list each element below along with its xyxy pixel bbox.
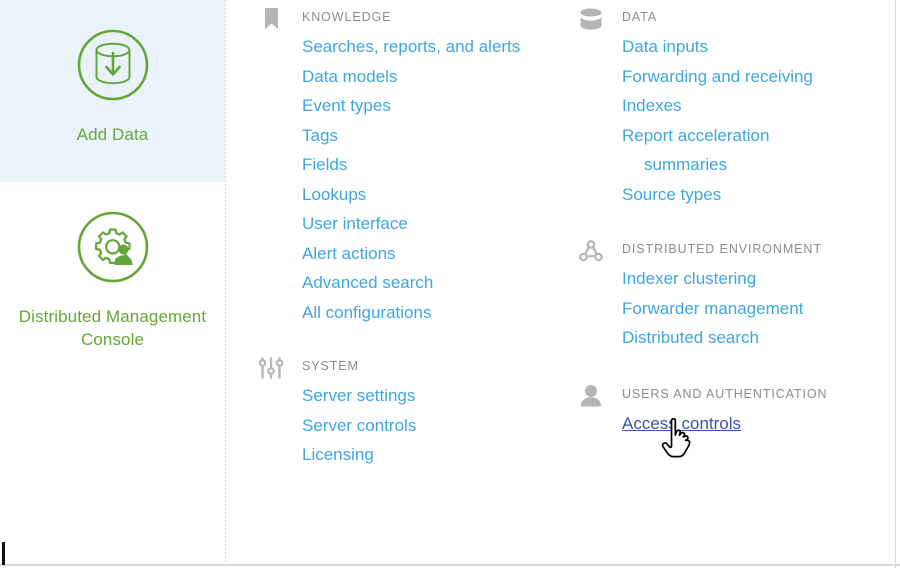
sliders-icon — [258, 355, 284, 381]
menu-link-server-settings[interactable]: Server settings — [302, 381, 415, 411]
group-title-users-and-authentication: USERS AND AUTHENTICATION — [622, 387, 827, 401]
menu-link-licensing[interactable]: Licensing — [302, 440, 374, 470]
shortcut-tile-distributed-management-console[interactable]: Distributed Management Console — [0, 200, 225, 390]
menu-links-knowledge: Searches, reports, and alerts Data model… — [258, 32, 578, 327]
panel-right-border — [895, 0, 896, 568]
group-header-users-and-authentication: USERS AND AUTHENTICATION — [578, 383, 898, 409]
group-header-system: SYSTEM — [258, 355, 578, 381]
menu-column-right: DATA Data inputs Forwarding and receivin… — [578, 0, 898, 438]
menu-link-advanced-search[interactable]: Advanced search — [302, 268, 433, 298]
group-title-system: SYSTEM — [302, 359, 359, 373]
menu-link-fields[interactable]: Fields — [302, 150, 347, 180]
settings-menu-panel: Add Data Distributed M — [0, 0, 900, 568]
menu-link-forwarder-management[interactable]: Forwarder management — [622, 294, 803, 324]
menu-group-system: SYSTEM Server settings Server controls L… — [258, 355, 578, 470]
group-header-knowledge: KNOWLEDGE — [258, 6, 578, 32]
settings-menu-columns: KNOWLEDGE Searches, reports, and alerts … — [226, 0, 900, 564]
group-title-distributed-environment: DISTRIBUTED ENVIRONMENT — [622, 242, 822, 256]
menu-link-searches-reports-and-alerts[interactable]: Searches, reports, and alerts — [302, 32, 520, 62]
menu-link-access-controls[interactable]: Access controls — [622, 409, 741, 439]
menu-links-data: Data inputs Forwarding and receiving Ind… — [578, 32, 898, 209]
menu-link-report-acceleration[interactable]: Report acceleration — [622, 121, 769, 151]
menu-links-users-and-authentication: Access controls — [578, 409, 898, 439]
menu-group-distributed-environment: DISTRIBUTED ENVIRONMENT Indexer clusteri… — [578, 238, 898, 353]
text-caret — [2, 542, 5, 565]
menu-link-data-models[interactable]: Data models — [302, 62, 397, 92]
shortcut-label-distributed-management-console: Distributed Management Console — [0, 305, 225, 351]
cluster-icon — [578, 238, 604, 264]
group-title-knowledge: KNOWLEDGE — [302, 10, 391, 24]
gear-user-icon — [0, 208, 225, 291]
database-icon — [578, 6, 604, 32]
group-header-distributed-environment: DISTRIBUTED ENVIRONMENT — [578, 238, 898, 264]
menu-link-report-acceleration-summaries[interactable]: summaries — [622, 150, 727, 180]
menu-link-event-types[interactable]: Event types — [302, 91, 391, 121]
menu-link-indexer-clustering[interactable]: Indexer clustering — [622, 264, 756, 294]
menu-link-all-configurations[interactable]: All configurations — [302, 298, 431, 328]
menu-links-distributed-environment: Indexer clustering Forwarder management … — [578, 264, 898, 353]
menu-link-alert-actions[interactable]: Alert actions — [302, 239, 396, 269]
menu-group-knowledge: KNOWLEDGE Searches, reports, and alerts … — [258, 6, 578, 327]
menu-link-distributed-search[interactable]: Distributed search — [622, 323, 759, 353]
menu-link-user-interface[interactable]: User interface — [302, 209, 408, 239]
menu-link-indexes[interactable]: Indexes — [622, 91, 682, 121]
menu-link-source-types[interactable]: Source types — [622, 180, 721, 210]
shortcut-rail: Add Data Distributed M — [0, 0, 226, 564]
menu-link-server-controls[interactable]: Server controls — [302, 411, 416, 441]
menu-column-left: KNOWLEDGE Searches, reports, and alerts … — [258, 0, 578, 470]
shortcut-label-add-data: Add Data — [0, 123, 225, 146]
menu-group-users-and-authentication: USERS AND AUTHENTICATION Access controls — [578, 383, 898, 439]
shortcut-tile-add-data[interactable]: Add Data — [0, 0, 225, 182]
user-icon — [578, 383, 604, 409]
menu-links-system: Server settings Server controls Licensin… — [258, 381, 578, 470]
group-header-data: DATA — [578, 6, 898, 32]
bookmark-icon — [258, 6, 284, 32]
database-download-icon — [0, 26, 225, 109]
menu-link-tags[interactable]: Tags — [302, 121, 338, 151]
menu-link-data-inputs[interactable]: Data inputs — [622, 32, 708, 62]
menu-group-data: DATA Data inputs Forwarding and receivin… — [578, 6, 898, 209]
menu-link-forwarding-and-receiving[interactable]: Forwarding and receiving — [622, 62, 813, 92]
menu-link-lookups[interactable]: Lookups — [302, 180, 366, 210]
panel-bottom-border — [0, 564, 900, 566]
group-title-data: DATA — [622, 10, 657, 24]
